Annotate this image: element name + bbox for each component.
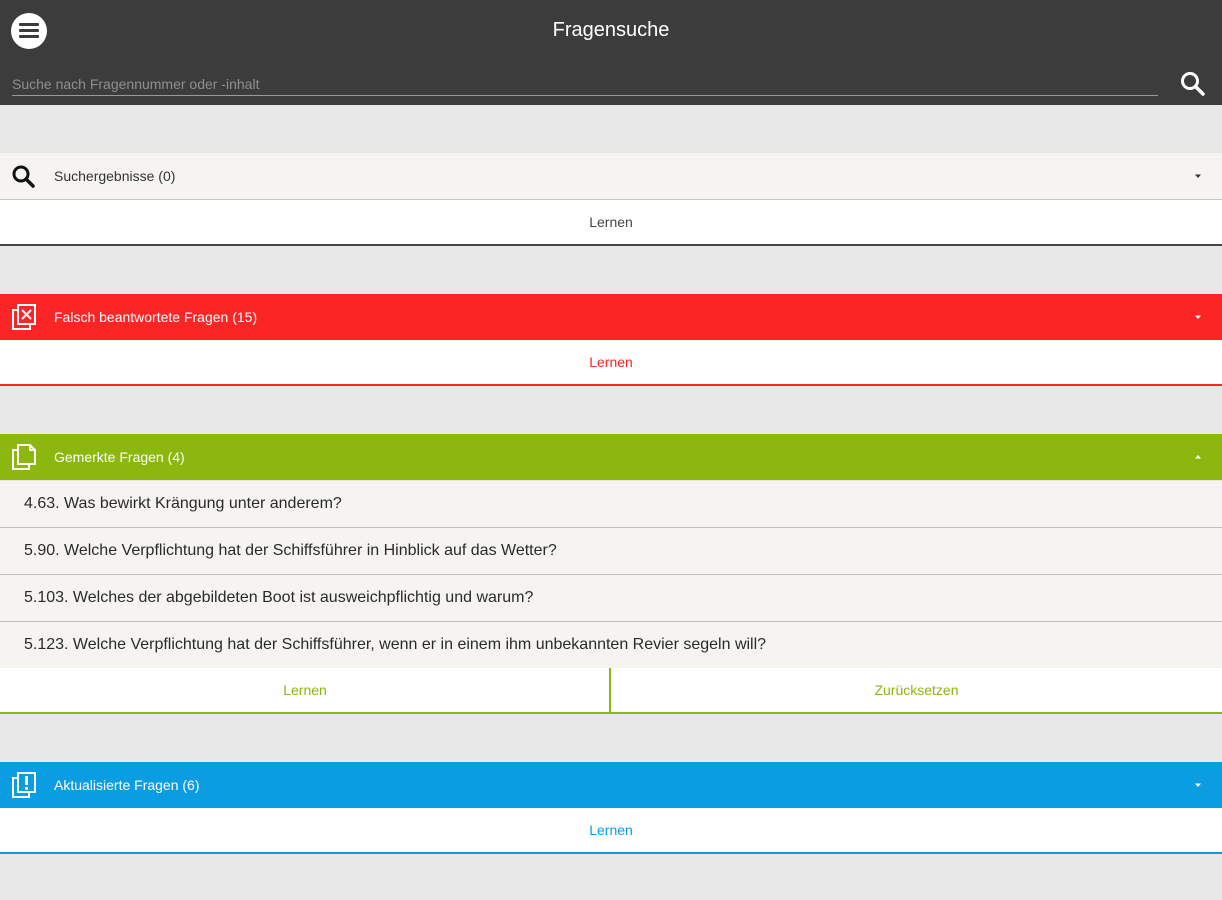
marked-learn-button[interactable]: Lernen [0,668,610,714]
wrong-questions-label: Falsch beantwortete Fragen (15) [54,309,258,325]
marked-questions-header[interactable]: Gemerkte Fragen (4) [0,434,1222,480]
updated-questions-icon [12,772,36,798]
marked-reset-button[interactable]: Zurücksetzen [611,668,1222,714]
search-results-header[interactable]: Suchergebnisse (0) [0,153,1222,199]
marked-questions-icon [12,444,36,470]
search-results-label: Suchergebnisse (0) [54,168,176,184]
list-item[interactable]: 5.103. Welches der abgebildeten Boot ist… [0,575,1222,622]
updated-questions-header[interactable]: Aktualisierte Fragen (6) [0,762,1222,808]
search-icon [12,165,35,188]
updated-questions-label: Aktualisierte Fragen (6) [54,777,200,793]
chevron-down-icon [1195,174,1201,178]
search-learn-button[interactable]: Lernen [0,200,1222,246]
wrong-questions-icon [12,304,36,330]
chevron-down-icon [1195,315,1201,319]
search-button[interactable] [1178,70,1208,98]
wrong-questions-header[interactable]: Falsch beantwortete Fragen (15) [0,294,1222,340]
page-title: Fragensuche [552,19,670,41]
search-input[interactable] [12,72,1158,96]
marked-questions-label: Gemerkte Fragen (4) [54,449,185,465]
search-icon [1181,72,1205,96]
chevron-up-icon [1195,455,1201,459]
wrong-learn-button[interactable]: Lernen [0,340,1222,386]
list-item[interactable]: 5.90. Welche Verpflichtung hat der Schif… [0,528,1222,575]
list-item[interactable]: 4.63. Was bewirkt Krängung unter anderem… [0,481,1222,528]
list-item[interactable]: 5.123. Welche Verpflichtung hat der Schi… [0,622,1222,669]
app-bar: Fragensuche [0,0,1222,105]
updated-learn-button[interactable]: Lernen [0,808,1222,854]
chevron-down-icon [1195,783,1201,787]
